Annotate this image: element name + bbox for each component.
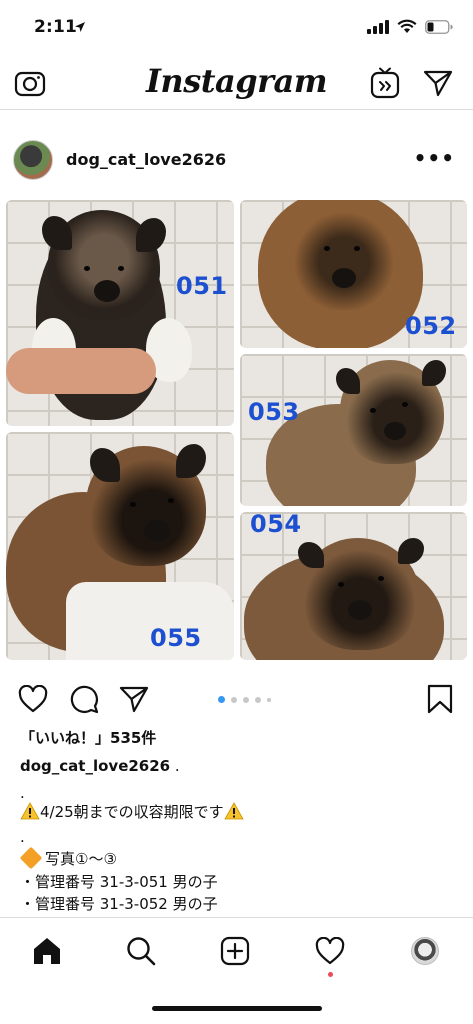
caption-line: . [20, 828, 25, 846]
puppy-photo-052: 052 [240, 200, 467, 348]
carousel-dot [243, 696, 249, 703]
caption-line: 写真①～③ [19, 846, 117, 870]
caption-line: ・管理番号 31-3-052 男の子 [20, 895, 218, 913]
photo-label: 052 [405, 312, 457, 340]
photo-label: 054 [250, 512, 302, 538]
tab-profile[interactable] [408, 934, 442, 968]
author-avatar[interactable] [13, 140, 53, 180]
save-button[interactable] [423, 682, 457, 716]
carousel-dot [267, 697, 271, 702]
caption-text: . [170, 757, 180, 775]
home-indicator[interactable] [152, 1006, 322, 1011]
photo-label: 051 [176, 272, 228, 300]
profile-avatar [411, 937, 439, 965]
caption: dog_cat_love2626 . [20, 757, 180, 775]
puppy-photo-054: 054 [240, 512, 467, 660]
tab-home[interactable] [30, 934, 64, 968]
puppy-photo-053: 053 [240, 354, 467, 506]
caption-line: ・管理番号 31-3-051 男の子 [20, 873, 218, 891]
carousel-dot [218, 696, 225, 703]
author-username[interactable]: dog_cat_love2626 [66, 150, 226, 169]
status-bar: 2:11 [0, 0, 473, 58]
post-header: dog_cat_love2626 ••• [0, 132, 473, 188]
tab-new-post[interactable] [218, 934, 252, 968]
caption-line: . [20, 784, 25, 802]
likes-count[interactable]: 「いいね！」535件 [20, 727, 156, 748]
more-options-button[interactable]: ••• [414, 146, 455, 170]
comment-icon [70, 685, 99, 714]
warning-icon [224, 802, 244, 820]
like-button[interactable] [16, 682, 50, 716]
heart-icon [18, 685, 48, 713]
direct-message-icon [423, 70, 453, 97]
direct-message-button[interactable] [421, 66, 455, 100]
photo-label: 055 [150, 624, 202, 652]
caption-deadline: 4/25朝までの収容期限です [40, 803, 224, 821]
caption-line: 4/25朝までの収容期限です [20, 801, 244, 822]
signal-icon [367, 19, 389, 34]
app-header: Instagram [0, 58, 473, 110]
search-icon [127, 937, 156, 966]
puppy-photo-055: 055 [6, 432, 234, 660]
location-arrow-icon [75, 22, 85, 32]
caption-username[interactable]: dog_cat_love2626 [20, 757, 170, 775]
wifi-icon [397, 19, 417, 33]
activity-notification-dot [328, 972, 333, 977]
instagram-logo: Instagram [145, 62, 328, 100]
activity-heart-icon [315, 937, 345, 965]
caption-photos: 写真①～③ [45, 850, 117, 868]
carousel-dot [231, 696, 237, 703]
post-action-bar [0, 676, 473, 722]
tab-search[interactable] [124, 934, 158, 968]
bookmark-icon [427, 684, 453, 714]
igtv-icon [370, 67, 400, 99]
photo-label: 053 [248, 398, 300, 426]
comment-button[interactable] [67, 682, 101, 716]
carousel-dot [255, 696, 261, 703]
puppy-photo-051: 051 [6, 200, 234, 426]
igtv-button[interactable] [368, 66, 402, 100]
home-icon [34, 938, 60, 964]
battery-icon [425, 19, 453, 34]
clock: 2:11 [34, 17, 78, 37]
carousel-indicator [218, 696, 271, 703]
share-button[interactable] [117, 682, 151, 716]
share-icon [119, 686, 149, 713]
new-post-icon [220, 936, 250, 966]
post-image-carousel[interactable]: 051 052 053 054 055 [0, 192, 473, 664]
warning-icon [20, 802, 40, 820]
tab-activity[interactable] [313, 934, 347, 968]
orange-diamond-icon [19, 846, 43, 870]
